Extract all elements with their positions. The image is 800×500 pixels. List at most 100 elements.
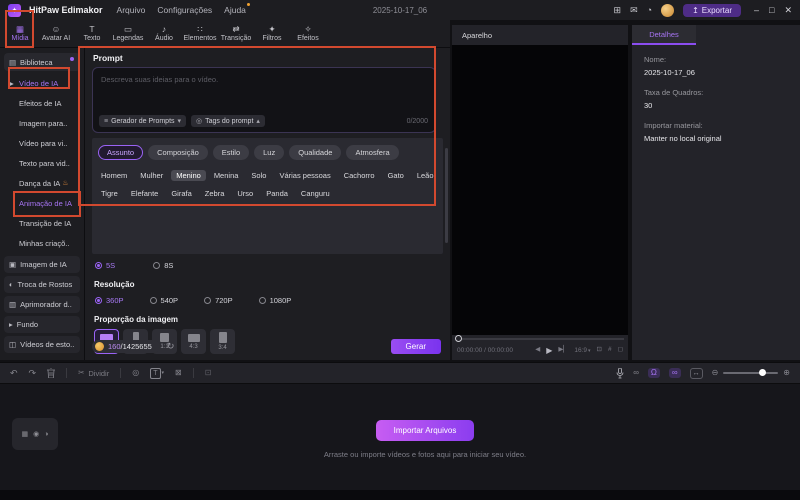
tag-solo[interactable]: Solo [251,171,266,180]
resolution-360p-radio[interactable]: 360P [95,296,124,305]
duration-5s-radio[interactable]: 5S [95,261,115,270]
tab-elementos[interactable]: ∷ Elementos [182,25,218,43]
delete-subtitle-icon[interactable]: ⊠ [175,369,182,377]
feedback-icon[interactable]: ✉ [630,5,638,15]
sidebar-item-texto-para[interactable]: Texto para vid.. [0,153,84,173]
tag-urso[interactable]: Urso [237,189,253,198]
export-button[interactable]: ↥ Exportar [683,3,741,17]
sidebar-item-imagem-de-ia[interactable]: ▣ Imagem de IA [4,256,80,273]
tab-avatar-ai[interactable]: ☺ Avatar AI [38,25,74,43]
tag-elefante[interactable]: Elefante [131,189,159,198]
preview-ratio-select[interactable]: 16:9 ▾ [574,347,590,354]
menu-configuracoes[interactable]: Configurações [157,5,212,15]
sidebar-item-fundo[interactable]: ▸ Fundo [4,316,80,333]
tag-varias-pessoas[interactable]: Várias pessoas [279,171,330,180]
sidebar-item-troca-de-rostos[interactable]: ◐ Troca de Rostos [4,276,80,293]
tag-category-estilo[interactable]: Estilo [212,145,250,160]
tab-efeitos[interactable]: ✧ Efeitos [290,25,326,43]
tag-menina[interactable]: Menina [214,171,239,180]
sidebar-item-biblioteca[interactable]: ▤ Biblioteca [4,53,80,71]
tab-legendas[interactable]: ▭ Legendas [110,25,146,43]
resolution-1080p-radio[interactable]: 1080P [258,296,291,305]
tab-filtros[interactable]: ✦ Filtros [254,25,290,43]
tag-category-qualidade[interactable]: Qualidade [289,145,342,160]
tag-homem[interactable]: Homem [101,171,127,180]
tag-zebra[interactable]: Zebra [205,189,225,198]
tag-category-composicao[interactable]: Composição [148,145,208,160]
preview-seek-slider[interactable] [452,335,628,343]
redo-icon[interactable]: ↷ [29,368,37,378]
user-avatar[interactable] [661,3,675,17]
menu-arquivo[interactable]: Arquivo [117,5,146,15]
tag-category-luz[interactable]: Luz [254,145,285,160]
prompt-generator-button[interactable]: ≡ Gerador de Prompts ▾ [99,115,187,127]
import-files-button[interactable]: Importar Arquivos [375,420,475,441]
sidebar-item-transicao-de-ia[interactable]: Transição de IA [0,213,84,233]
sidebar-item-danca-da-ia[interactable]: Dança da IA ♨ [0,173,84,193]
prompt-input[interactable] [99,73,423,111]
resolution-720p-radio[interactable]: 720P [204,296,233,305]
history-icon[interactable]: ◔ [647,5,652,15]
tab-audio[interactable]: ♪ Áudio [146,25,182,43]
zoom-out-icon[interactable]: ⊖ [712,369,719,377]
sidebar-item-video-de-ia[interactable]: ▶ Vídeo de IA [0,73,84,93]
tab-midia[interactable]: ▦ Mídia [2,25,38,43]
text-tool-button[interactable]: T ▾ [150,367,164,379]
panel-scrollbar[interactable] [445,148,448,243]
resolution-540p-radio[interactable]: 540P [149,296,178,305]
tab-texto[interactable]: T Texto [74,25,110,43]
link-clips-icon[interactable]: ∞ [633,369,639,377]
duration-8s-radio[interactable]: 8S [153,261,173,270]
seek-handle[interactable] [455,335,462,342]
audio-track-icon[interactable]: ◉ [33,430,39,438]
sidebar-item-efeitos-de-ia[interactable]: Efeitos de IA [0,93,84,113]
close-button[interactable]: ✕ [784,5,792,16]
magnet-snap-icon[interactable]: Ω [647,368,660,378]
sidebar-item-video-para[interactable]: Vídeo para vi.. [0,133,84,153]
tag-cachorro[interactable]: Cachorro [344,171,375,180]
tag-gato[interactable]: Gato [388,171,404,180]
tag-canguru[interactable]: Canguru [301,189,330,198]
tab-transicao[interactable]: ⇄ Transição [218,25,254,43]
auto-link-icon[interactable]: ∞ [668,368,681,378]
text-track-icon[interactable]: ◑ [44,431,48,438]
crop-icon[interactable]: # [608,347,612,354]
sidebar-item-imagem-para[interactable]: Imagem para.. [0,113,84,133]
play-icon[interactable]: ▶ [546,346,552,355]
tag-tigre[interactable]: Tigre [101,189,118,198]
sidebar-item-aprimorador[interactable]: ▥ Aprimorador d.. [4,296,80,313]
previous-frame-icon[interactable]: ◀ [535,347,540,354]
tag-girafa[interactable]: Girafa [171,189,191,198]
snapshot-icon[interactable]: ⊡ [597,347,602,354]
prompt-tags-button[interactable]: ◎ Tags do prompt ▴ [191,115,265,127]
tag-mulher[interactable]: Mulher [140,171,163,180]
zoom-slider-handle[interactable] [759,369,767,376]
sticker-tool-icon[interactable]: ⊡ [205,369,212,377]
refresh-credits-icon[interactable]: ↻ [167,341,175,352]
tab-detalhes[interactable]: Detalhes [632,25,696,45]
fit-timeline-icon[interactable]: ↔ [689,367,703,379]
tag-category-atmosfera[interactable]: Atmosfera [346,145,399,160]
generate-button[interactable]: Gerar [390,339,441,354]
undo-icon[interactable]: ↶ [10,368,18,378]
zoom-slider[interactable] [723,369,779,376]
split-button[interactable]: ✂ Dividir [78,369,109,378]
trash-icon[interactable] [47,368,56,378]
sidebar-item-animacao-de-ia[interactable]: Animação de IA [0,193,84,213]
tag-category-assunto[interactable]: Assunto [98,145,144,160]
marker-icon[interactable]: ◎ [132,369,139,377]
maximize-button[interactable]: □ [769,5,774,16]
panels-icon[interactable]: ⊞ [614,5,622,15]
sidebar-item-videos-de-estoque[interactable]: ◫ Vídeos de esto.. [4,336,80,353]
fullscreen-icon[interactable]: ◻ [618,347,623,354]
tag-leao[interactable]: Leão [417,171,434,180]
tag-panda[interactable]: Panda [266,189,288,198]
tag-menino[interactable]: Menino [171,170,206,181]
video-track-icon[interactable]: ▦ [22,430,29,438]
menu-ajuda[interactable]: Ajuda [224,3,250,15]
zoom-in-icon[interactable]: ⊕ [783,369,790,377]
minimize-button[interactable]: – [754,5,759,16]
sidebar-item-minhas-criacoes[interactable]: Minhas criaçõ.. [0,233,84,253]
next-frame-icon[interactable]: ▶▏ [558,347,568,354]
microphone-icon[interactable] [616,367,624,379]
